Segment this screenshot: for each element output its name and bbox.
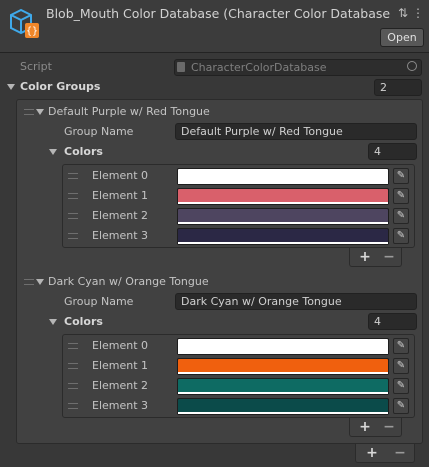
- drag-handle-icon[interactable]: [68, 363, 78, 369]
- element-label: Element 3: [92, 399, 149, 412]
- remove-element-button[interactable]: −: [382, 420, 396, 434]
- eyedropper-icon[interactable]: ✎: [393, 378, 409, 394]
- element-label: Element 1: [92, 359, 149, 372]
- group-name-label: Group Name: [64, 125, 134, 138]
- eyedropper-icon[interactable]: ✎: [393, 338, 409, 354]
- scriptable-object-icon: {}: [10, 8, 39, 38]
- kebab-menu-icon[interactable]: ⋮: [412, 6, 424, 20]
- color-groups-size-field[interactable]: 2: [374, 79, 422, 96]
- script-value: CharacterColorDatabase: [191, 61, 327, 74]
- colors-size-field[interactable]: 4: [368, 143, 417, 160]
- drag-handle-icon[interactable]: [24, 109, 34, 115]
- open-button[interactable]: Open: [380, 28, 424, 47]
- script-object-field[interactable]: CharacterColorDatabase: [174, 59, 422, 76]
- script-file-icon: [177, 62, 185, 72]
- object-picker-icon[interactable]: [407, 61, 417, 71]
- group-title[interactable]: Dark Cyan w/ Orange Tongue: [48, 275, 209, 288]
- group-name-field[interactable]: Dark Cyan w/ Orange Tongue: [175, 293, 417, 310]
- colors-label[interactable]: Colors: [64, 145, 103, 158]
- alpha-bar: [178, 392, 388, 394]
- color-swatch[interactable]: [177, 188, 389, 205]
- alpha-bar: [178, 222, 388, 224]
- drag-handle-icon[interactable]: [68, 383, 78, 389]
- drag-handle-icon[interactable]: [68, 193, 78, 199]
- eyedropper-icon[interactable]: ✎: [393, 208, 409, 224]
- element-label: Element 1: [92, 189, 149, 202]
- eyedropper-icon[interactable]: ✎: [393, 398, 409, 414]
- eyedropper-icon[interactable]: ✎: [393, 168, 409, 184]
- eyedropper-icon[interactable]: ✎: [393, 188, 409, 204]
- group-title[interactable]: Default Purple w/ Red Tongue: [48, 105, 210, 118]
- color-swatch[interactable]: [177, 338, 389, 355]
- drag-handle-icon[interactable]: [68, 343, 78, 349]
- group-name-label: Group Name: [64, 295, 134, 308]
- color-swatch[interactable]: [177, 208, 389, 225]
- add-element-button[interactable]: +: [358, 250, 372, 264]
- eyedropper-icon[interactable]: ✎: [393, 358, 409, 374]
- color-swatch[interactable]: [177, 228, 389, 245]
- foldout-arrow-icon[interactable]: [49, 319, 57, 325]
- svg-text:{}: {}: [26, 26, 38, 37]
- color-swatch[interactable]: [177, 168, 389, 185]
- add-element-button[interactable]: +: [358, 420, 372, 434]
- element-label: Element 3: [92, 229, 149, 242]
- inspector-title: Blob_Mouth Color Database (Character Col…: [46, 6, 391, 21]
- drag-handle-icon[interactable]: [68, 403, 78, 409]
- eyedropper-icon[interactable]: ✎: [393, 228, 409, 244]
- alpha-bar: [178, 352, 388, 354]
- alpha-bar: [178, 412, 388, 414]
- color-groups-label[interactable]: Color Groups: [20, 80, 100, 93]
- alpha-bar: [178, 242, 388, 244]
- element-label: Element 0: [92, 339, 149, 352]
- remove-element-button[interactable]: −: [382, 250, 396, 264]
- group-name-field[interactable]: Default Purple w/ Red Tongue: [175, 123, 417, 140]
- element-label: Element 2: [92, 209, 149, 222]
- add-group-button[interactable]: +: [365, 446, 379, 460]
- foldout-arrow-icon[interactable]: [7, 84, 15, 90]
- drag-handle-icon[interactable]: [68, 173, 78, 179]
- drag-handle-icon[interactable]: [68, 213, 78, 219]
- color-swatch[interactable]: [177, 398, 389, 415]
- color-swatch[interactable]: [177, 358, 389, 375]
- sliders-icon[interactable]: ⇅: [397, 6, 409, 20]
- foldout-arrow-icon[interactable]: [49, 149, 57, 155]
- alpha-bar: [178, 372, 388, 374]
- remove-group-button[interactable]: −: [393, 446, 407, 460]
- color-swatch[interactable]: [177, 378, 389, 395]
- drag-handle-icon[interactable]: [24, 279, 34, 285]
- alpha-bar: [178, 182, 388, 184]
- colors-size-field[interactable]: 4: [368, 313, 417, 330]
- script-label: Script: [20, 60, 52, 73]
- element-label: Element 2: [92, 379, 149, 392]
- alpha-bar: [178, 202, 388, 204]
- foldout-arrow-icon[interactable]: [36, 109, 44, 115]
- element-label: Element 0: [92, 169, 149, 182]
- colors-label[interactable]: Colors: [64, 315, 103, 328]
- foldout-arrow-icon[interactable]: [36, 279, 44, 285]
- drag-handle-icon[interactable]: [68, 233, 78, 239]
